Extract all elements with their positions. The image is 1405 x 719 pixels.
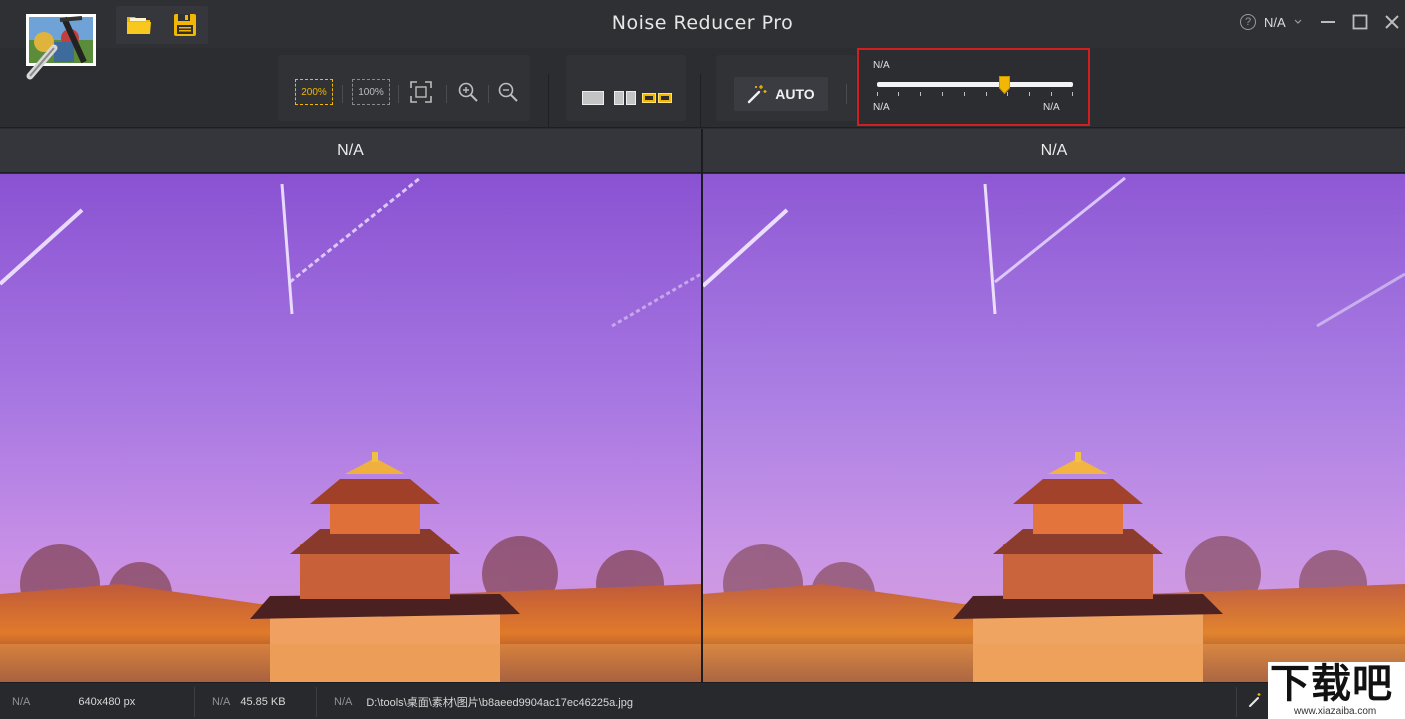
original-panel-title: N/A xyxy=(337,141,364,159)
single-view-button[interactable] xyxy=(582,91,604,105)
zoom-out-button[interactable] xyxy=(496,79,520,105)
side-by-side-view-icon xyxy=(642,93,672,103)
divider xyxy=(342,85,343,103)
status-dimensions: N/A 640x480 px xyxy=(12,683,135,719)
toolbar-separator xyxy=(548,74,549,128)
auto-button[interactable]: AUTO xyxy=(734,77,828,111)
watermark-url: www.xiazaiba.com xyxy=(1294,706,1377,717)
slider-max-label: N/A xyxy=(1043,102,1060,113)
minimize-icon xyxy=(1321,21,1335,23)
site-watermark: 下载吧 www.xiazaiba.com xyxy=(1268,662,1405,719)
zoom-out-icon xyxy=(498,82,518,102)
chevron-down-icon xyxy=(1294,19,1302,24)
app-logo-icon xyxy=(26,14,96,80)
divider xyxy=(398,85,399,103)
help-label: N/A xyxy=(1264,14,1286,30)
close-icon xyxy=(1385,15,1399,29)
fit-to-window-button[interactable] xyxy=(408,79,434,105)
status-file-path: N/A D:\tools\桌面\素材\图片\b8aeed9904ac17ec46… xyxy=(334,683,633,719)
slider-min-label: N/A xyxy=(873,102,890,113)
path-value: D:\tools\桌面\素材\图片\b8aeed9904ac17ec46225a… xyxy=(366,696,633,709)
watermark-brand: 下载吧 xyxy=(1270,661,1393,707)
status-separator xyxy=(316,687,317,717)
original-photo xyxy=(0,174,701,682)
noise-strength-slider-track[interactable] xyxy=(877,82,1073,87)
app-logo xyxy=(24,12,98,80)
help-icon: ? xyxy=(1240,14,1256,30)
original-panel-header: N/A xyxy=(0,129,701,173)
toolbar-separator xyxy=(846,84,847,104)
zoom-100-button[interactable]: 100% xyxy=(352,79,390,105)
divider xyxy=(488,85,489,103)
auto-tools: AUTO xyxy=(716,55,856,121)
close-button[interactable] xyxy=(1382,12,1402,32)
status-bar: N/A 640x480 px N/A 45.85 KB N/A D:\tools… xyxy=(0,682,1405,719)
toolbar-separator xyxy=(700,74,701,128)
status-file-size: N/A 45.85 KB xyxy=(212,683,286,719)
minimize-button[interactable] xyxy=(1318,12,1338,32)
window-controls xyxy=(1318,12,1402,32)
single-view-icon xyxy=(582,91,604,105)
main-toolbar: 200% 100% AUTO xyxy=(0,48,1405,128)
split-view-button[interactable] xyxy=(614,91,636,105)
processed-photo xyxy=(703,174,1405,682)
help-menu[interactable]: ? N/A xyxy=(1240,14,1302,30)
view-mode-tools xyxy=(566,55,686,121)
dimensions-label: N/A xyxy=(12,695,31,708)
dimensions-value: 640x480 px xyxy=(78,695,136,708)
original-image-panel[interactable] xyxy=(0,174,701,682)
side-by-side-view-button[interactable] xyxy=(642,91,672,105)
status-separator xyxy=(194,687,195,717)
size-value: 45.85 KB xyxy=(240,695,286,708)
path-label: N/A xyxy=(334,695,353,708)
processed-image-panel[interactable] xyxy=(703,174,1405,682)
split-view-icon xyxy=(614,91,636,105)
slider-ticks xyxy=(877,92,1073,98)
processed-panel-header: N/A xyxy=(703,129,1405,173)
slider-title: N/A xyxy=(873,60,890,71)
processed-panel-title: N/A xyxy=(1040,141,1068,159)
divider xyxy=(446,85,447,103)
zoom-200-button[interactable]: 200% xyxy=(295,79,333,105)
magic-wand-icon xyxy=(1249,693,1261,707)
slider-thumb[interactable] xyxy=(998,76,1010,94)
app-title: Noise Reducer Pro xyxy=(611,12,794,34)
zoom-in-button[interactable] xyxy=(456,79,480,105)
noise-strength-slider-group: N/A N/A N/A xyxy=(857,48,1090,126)
status-separator xyxy=(1236,687,1237,717)
magic-wand-icon xyxy=(748,85,767,104)
zoom-tools: 200% 100% xyxy=(278,55,530,121)
title-bar: Noise Reducer Pro ? N/A xyxy=(0,0,1405,48)
fit-screen-icon xyxy=(410,81,432,103)
maximize-icon xyxy=(1352,14,1368,30)
zoom-in-icon xyxy=(458,82,478,102)
auto-label: AUTO xyxy=(775,86,815,102)
size-label: N/A xyxy=(212,695,231,708)
maximize-button[interactable] xyxy=(1350,12,1370,32)
